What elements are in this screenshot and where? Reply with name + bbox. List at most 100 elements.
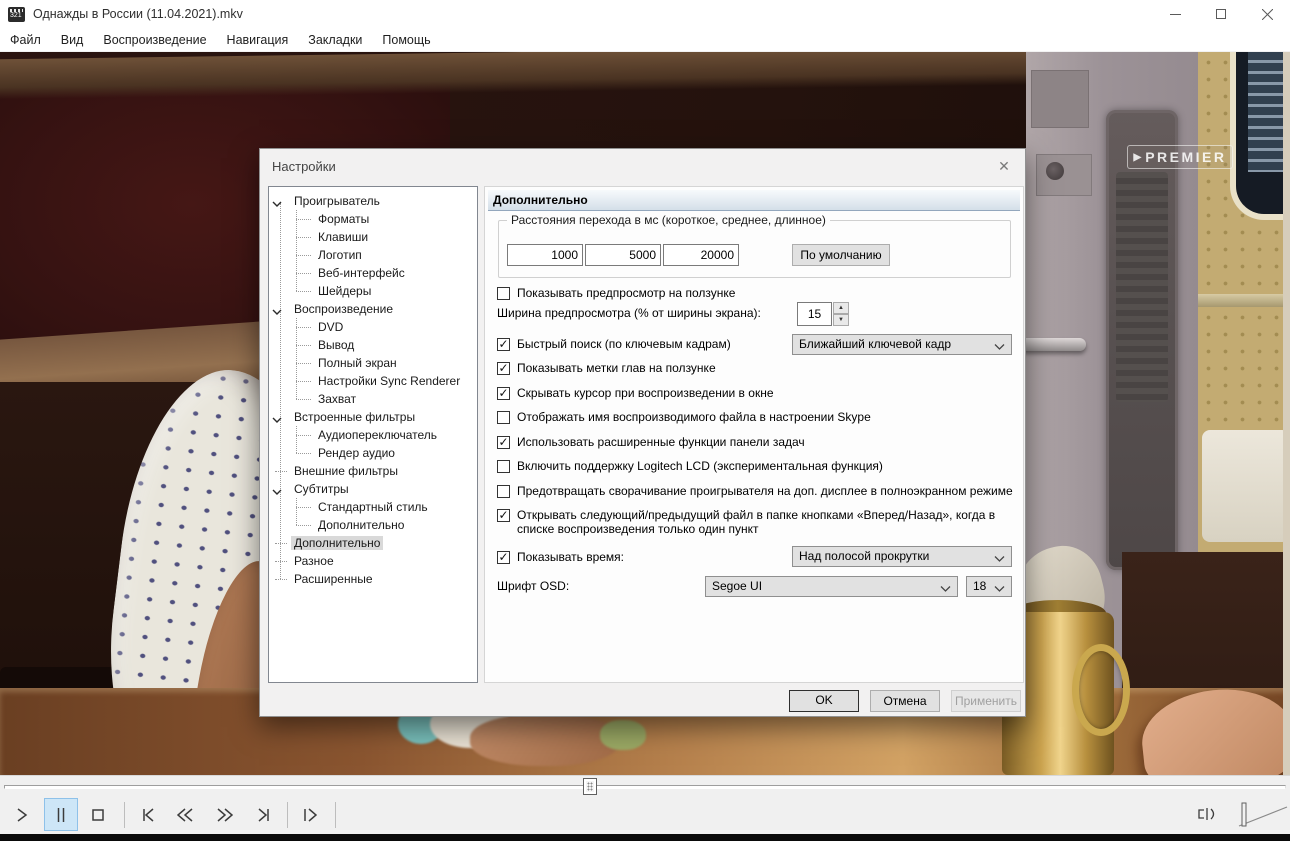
menu-navigation[interactable]: Навигация <box>217 28 299 52</box>
close-button[interactable] <box>1244 0 1290 28</box>
skip-back-button[interactable] <box>131 798 165 831</box>
tree-item-output[interactable]: Вывод <box>269 336 477 354</box>
ok-button[interactable]: OK <box>789 690 859 712</box>
tree-item-web-interface[interactable]: Веб-интерфейс <box>269 264 477 282</box>
preview-width-value[interactable]: 15 <box>797 302 832 326</box>
jump-medium-input[interactable]: 5000 <box>585 244 661 266</box>
menu-playback[interactable]: Воспроизведение <box>93 28 216 52</box>
checkbox-logitech-lcd[interactable]: Включить поддержку Logitech LCD (экспери… <box>497 459 883 473</box>
checkbox-icon[interactable] <box>497 386 510 400</box>
osd-font-family-dropdown[interactable]: Segoe UI <box>705 576 958 597</box>
tree-item-default-style[interactable]: Стандартный стиль <box>269 498 477 516</box>
rewind-button[interactable] <box>168 798 202 831</box>
spinner-down-icon[interactable]: ▼ <box>833 314 849 326</box>
skip-forward-button[interactable] <box>246 798 280 831</box>
default-button[interactable]: По умолчанию <box>792 244 890 266</box>
tree-item-advanced-selected[interactable]: Дополнительно <box>269 534 477 552</box>
show-time-dropdown[interactable]: Над полосой прокрутки <box>792 546 1012 567</box>
preview-width-spinner[interactable]: 15 ▲ ▼ <box>797 302 849 326</box>
window-title: Однажды в России (11.04.2021).mkv <box>33 7 243 21</box>
tree-item-subtitles[interactable]: Субтитры <box>269 480 477 498</box>
stop-button[interactable] <box>81 798 115 831</box>
tree-item-player[interactable]: Проигрыватель <box>269 192 477 210</box>
checkbox-hide-cursor[interactable]: Скрывать курсор при воспроизведении в ок… <box>497 386 774 400</box>
jump-short-input[interactable]: 1000 <box>507 244 583 266</box>
checkbox-show-preview[interactable]: Показывать предпросмотр на ползунке <box>497 286 735 300</box>
seek-thumb[interactable] <box>583 778 597 795</box>
spinner-up-icon[interactable]: ▲ <box>833 302 849 314</box>
volume-slider[interactable] <box>1237 800 1289 830</box>
checkbox-icon[interactable] <box>497 361 510 375</box>
seek-groove[interactable] <box>4 785 1286 789</box>
window-titlebar: Однажды в России (11.04.2021).mkv <box>0 0 1290 28</box>
menu-file[interactable]: Файл <box>0 28 51 52</box>
checkbox-icon[interactable] <box>497 410 510 424</box>
chevron-down-icon <box>994 551 1005 570</box>
chevron-down-icon[interactable] <box>272 196 283 207</box>
video-speaker-box <box>1031 70 1089 128</box>
tree-item-subtitles-misc[interactable]: Дополнительно <box>269 516 477 534</box>
tree-item-shaders[interactable]: Шейдеры <box>269 282 477 300</box>
checkbox-icon[interactable] <box>497 435 510 449</box>
checkbox-icon[interactable] <box>497 484 510 498</box>
play-button[interactable] <box>5 798 39 831</box>
menu-help[interactable]: Помощь <box>372 28 440 52</box>
pause-button[interactable] <box>44 798 78 831</box>
seek-bar <box>0 775 1290 797</box>
checkbox-skype-mood[interactable]: Отображать имя воспроизводимого файла в … <box>497 410 871 424</box>
checkbox-icon[interactable] <box>497 508 510 522</box>
checkbox-icon[interactable] <box>497 286 510 300</box>
checkbox-fast-seek[interactable]: Быстрый поиск (по ключевым кадрам) <box>497 337 731 351</box>
menu-bar: Файл Вид Воспроизведение Навигация Закла… <box>0 28 1290 52</box>
settings-panel: Дополнительно Расстояния перехода в мс (… <box>484 186 1024 683</box>
chevron-down-icon[interactable] <box>272 484 283 495</box>
tree-item-dvd[interactable]: DVD <box>269 318 477 336</box>
tree-item-formats[interactable]: Форматы <box>269 210 477 228</box>
video-knob <box>1046 162 1064 180</box>
checkbox-show-time[interactable]: Показывать время: <box>497 550 624 564</box>
tree-item-keys[interactable]: Клавиши <box>269 228 477 246</box>
tree-item-advanced-settings[interactable]: Расширенные <box>269 570 477 588</box>
tree-item-internal-filters[interactable]: Встроенные фильтры <box>269 408 477 426</box>
minimize-button[interactable] <box>1152 0 1198 28</box>
dialog-close-icon[interactable]: ✕ <box>993 155 1015 177</box>
chevron-down-icon[interactable] <box>272 304 283 315</box>
checkbox-prevent-minimize[interactable]: Предотвращать сворачивание проигрывателя… <box>497 484 1013 498</box>
checkbox-open-next-file[interactable]: Открывать следующий/предыдущий файл в па… <box>497 508 1019 536</box>
jump-long-input[interactable]: 20000 <box>663 244 739 266</box>
dialog-title: Настройки <box>272 159 336 174</box>
step-button[interactable] <box>293 798 327 831</box>
volume-icon[interactable] <box>1196 803 1224 827</box>
checkbox-icon[interactable] <box>497 550 510 564</box>
checkbox-chapter-marks[interactable]: Показывать метки глав на ползунке <box>497 361 716 375</box>
checkbox-icon[interactable] <box>497 459 510 473</box>
tree-item-fullscreen[interactable]: Полный экран <box>269 354 477 372</box>
tree-item-external-filters[interactable]: Внешние фильтры <box>269 462 477 480</box>
video-right-edge <box>1283 52 1290 775</box>
osd-font-size-dropdown[interactable]: 18 <box>966 576 1012 597</box>
apply-button[interactable]: Применить <box>951 690 1021 712</box>
settings-dialog: Настройки ✕ Проигрыватель Форматы Клавиш… <box>259 148 1026 717</box>
tree-item-capture[interactable]: Захват <box>269 390 477 408</box>
chevron-down-icon <box>994 581 1005 600</box>
tree-item-logo[interactable]: Логотип <box>269 246 477 264</box>
checkbox-icon[interactable] <box>497 337 510 351</box>
chevron-down-icon <box>994 339 1005 358</box>
jump-distances-groupbox: Расстояния перехода в мс (короткое, сред… <box>498 213 1011 278</box>
maximize-button[interactable] <box>1198 0 1244 28</box>
tree-item-misc[interactable]: Разное <box>269 552 477 570</box>
fast-seek-dropdown[interactable]: Ближайший ключевой кадр <box>792 334 1012 355</box>
tree-item-playback[interactable]: Воспроизведение <box>269 300 477 318</box>
player-controls <box>0 797 1290 834</box>
menu-bookmarks[interactable]: Закладки <box>298 28 372 52</box>
tree-item-sync-renderer[interactable]: Настройки Sync Renderer <box>269 372 477 390</box>
tree-item-audio-switcher[interactable]: Аудиопереключатель <box>269 426 477 444</box>
checkbox-taskbar-features[interactable]: Использовать расширенные функции панели … <box>497 435 805 449</box>
osd-font-label: Шрифт OSD: <box>497 579 570 593</box>
chevron-down-icon[interactable] <box>272 412 283 423</box>
tree-item-audio-renderer[interactable]: Рендер аудио <box>269 444 477 462</box>
cancel-button[interactable]: Отмена <box>870 690 940 712</box>
fast-forward-button[interactable] <box>208 798 242 831</box>
video-green-object <box>600 720 646 750</box>
menu-view[interactable]: Вид <box>51 28 94 52</box>
